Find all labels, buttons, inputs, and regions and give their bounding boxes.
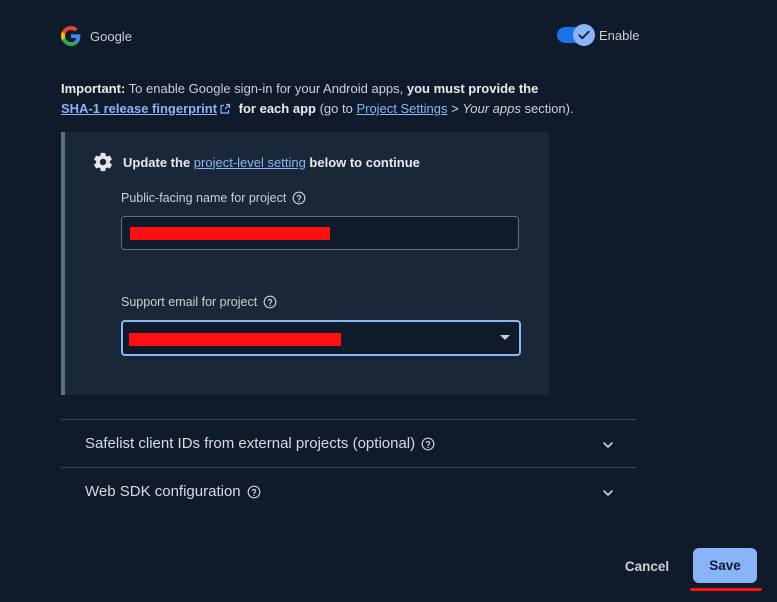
help-circle-icon[interactable] bbox=[247, 485, 261, 499]
annotation-underline bbox=[690, 588, 762, 591]
help-circle-icon[interactable] bbox=[421, 437, 435, 451]
checkmark-icon bbox=[578, 30, 590, 40]
notice-text-4: section). bbox=[520, 101, 574, 116]
support-email-label-text: Support email for project bbox=[121, 295, 258, 309]
setting-box-header: Update the project-level setting below t… bbox=[92, 151, 420, 173]
redacted-value bbox=[130, 227, 330, 240]
public-name-label-text: Public-facing name for project bbox=[121, 191, 287, 205]
notice-text-2: (go to bbox=[315, 101, 357, 116]
provider-header: Google bbox=[61, 26, 132, 46]
external-link-icon[interactable] bbox=[219, 103, 231, 115]
accordion-title[interactable]: Safelist client IDs from external projec… bbox=[85, 435, 435, 452]
sha-fingerprint-link[interactable]: SHA-1 release fingerprint bbox=[61, 101, 217, 116]
dropdown-caret-icon[interactable] bbox=[500, 335, 510, 340]
accordion-title-text[interactable]: Web SDK configuration bbox=[85, 483, 241, 500]
important-label: Important: bbox=[61, 81, 126, 96]
setting-box-title: Update the project-level setting below t… bbox=[123, 155, 420, 170]
notice-bold-1: you must provide the bbox=[406, 81, 539, 96]
accordion-web-sdk-configuration[interactable]: Web SDK configuration bbox=[61, 467, 636, 515]
google-g-logo-icon bbox=[61, 26, 81, 46]
your-apps-text: Your apps bbox=[462, 101, 521, 116]
help-circle-icon[interactable] bbox=[263, 295, 277, 309]
accordion-title[interactable]: Web SDK configuration bbox=[85, 483, 261, 500]
project-settings-link[interactable]: Project Settings bbox=[356, 101, 447, 116]
cancel-button[interactable]: Cancel bbox=[612, 553, 682, 579]
notice-text-3: > bbox=[447, 101, 463, 116]
auth-provider-panel: Google Enable Important: To enable Googl… bbox=[0, 0, 777, 602]
toggle-thumb[interactable] bbox=[573, 24, 595, 46]
header-prefix: Update the bbox=[123, 154, 194, 170]
provider-name: Google bbox=[90, 28, 132, 44]
project-level-setting-box: Update the project-level setting below t… bbox=[61, 132, 549, 395]
important-notice: Important: To enable Google sign-in for … bbox=[61, 79, 661, 119]
enable-toggle[interactable]: Enable bbox=[557, 24, 640, 46]
public-name-label: Public-facing name for project bbox=[121, 191, 306, 205]
redacted-value bbox=[129, 333, 341, 346]
toggle-label: Enable bbox=[599, 27, 640, 43]
support-email-select[interactable] bbox=[121, 320, 521, 356]
project-level-setting-link[interactable]: project-level setting bbox=[194, 155, 306, 170]
chevron-down-icon[interactable] bbox=[600, 437, 616, 453]
public-name-input[interactable] bbox=[121, 216, 519, 250]
save-button[interactable]: Save bbox=[693, 548, 757, 583]
notice-text-1: To enable Google sign-in for your Androi… bbox=[125, 81, 407, 96]
gear-icon bbox=[94, 152, 112, 172]
accordion-safelist-client-ids[interactable]: Safelist client IDs from external projec… bbox=[61, 419, 636, 467]
accordion-title-text[interactable]: Safelist client IDs from external projec… bbox=[85, 435, 415, 452]
header-suffix: below to continue bbox=[305, 154, 420, 170]
notice-bold-2: for each app bbox=[235, 101, 316, 116]
toggle-track[interactable] bbox=[557, 24, 595, 46]
help-circle-icon[interactable] bbox=[292, 191, 306, 205]
chevron-down-icon[interactable] bbox=[600, 485, 616, 501]
support-email-label: Support email for project bbox=[121, 295, 277, 309]
